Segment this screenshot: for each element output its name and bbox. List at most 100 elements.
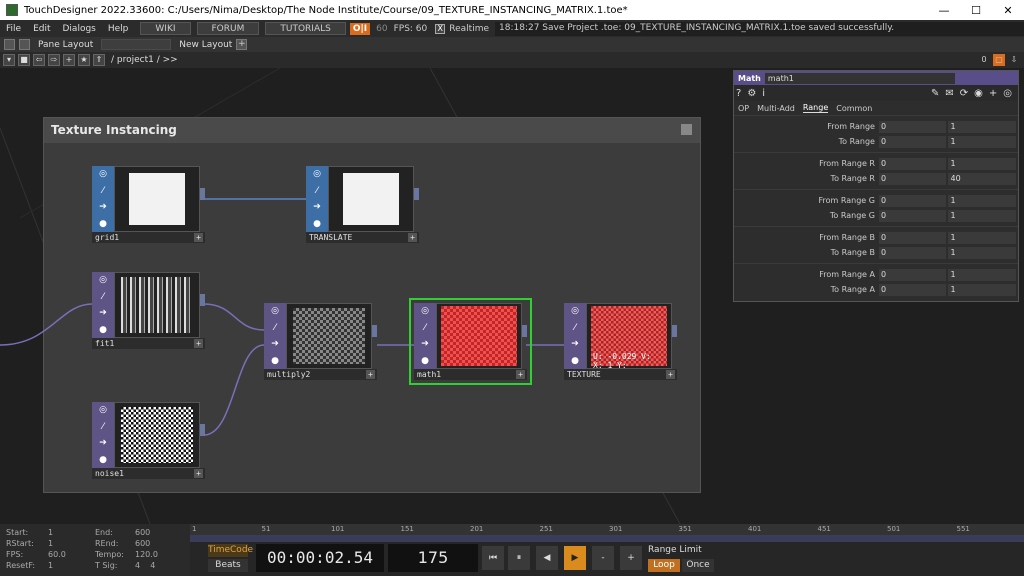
plus-icon[interactable]: + — [666, 370, 675, 379]
tab-multi-add[interactable]: Multi-Add — [757, 104, 795, 113]
viewer-icon[interactable]: ◎ — [97, 404, 109, 416]
render-icon[interactable]: ● — [97, 454, 109, 466]
display-icon[interactable]: ➔ — [269, 338, 281, 350]
render-icon[interactable]: ● — [97, 218, 109, 230]
bypass-icon[interactable]: ⁄ — [97, 421, 109, 433]
tab-common[interactable]: Common — [836, 104, 872, 113]
plus-icon[interactable]: + — [366, 370, 375, 379]
node-translate[interactable]: ◎ ⁄ ➔ ● TRANSLATE + — [306, 166, 419, 243]
tab-range[interactable]: Range — [802, 103, 829, 113]
param-value-b[interactable]: 1 — [948, 268, 1016, 281]
render-icon[interactable]: ● — [419, 355, 431, 367]
beats-button[interactable]: Beats — [208, 559, 248, 572]
menu-file[interactable]: File — [0, 24, 27, 34]
render-icon[interactable]: ● — [311, 218, 323, 230]
network-path[interactable]: / project1 / >> — [111, 55, 178, 65]
menu-edit[interactable]: Edit — [27, 24, 56, 34]
rend-value[interactable]: 600 — [135, 539, 150, 548]
up-icon[interactable]: ⇑ — [93, 54, 105, 66]
tab-op[interactable]: OP — [738, 104, 749, 113]
split-vertical-icon[interactable] — [19, 39, 30, 50]
add-icon[interactable]: + — [63, 54, 75, 66]
minimize-button[interactable]: — — [928, 4, 960, 17]
display-icon[interactable]: ➔ — [97, 201, 109, 213]
viewer-icon[interactable]: ◎ — [97, 168, 109, 180]
forward-icon[interactable]: ⇨ — [48, 54, 60, 66]
param-value-b[interactable]: 1 — [948, 283, 1016, 296]
node-texture[interactable]: ◎ ⁄ ➔ ● U: -0.029 V: X: 1 Y: R: 0 G: TEXTUR… — [564, 303, 677, 380]
menu-dialogs[interactable]: Dialogs — [57, 24, 102, 34]
stop-icon[interactable]: ■ — [18, 54, 30, 66]
param-value-b[interactable]: 1 — [948, 194, 1016, 207]
perform-toggle[interactable]: O|I — [349, 22, 371, 35]
viewer-icon[interactable]: ◎ — [569, 305, 581, 317]
node-fit1[interactable]: ◎ ⁄ ➔ ● fit1 + — [92, 272, 205, 349]
plus-icon[interactable]: + — [194, 233, 203, 242]
param-value-b[interactable]: 1 — [948, 209, 1016, 222]
step-minus-button[interactable]: - — [592, 546, 614, 570]
play-button[interactable]: ▶ — [564, 546, 586, 570]
timeline-scrubber[interactable] — [190, 535, 1024, 542]
render-icon[interactable]: ● — [569, 355, 581, 367]
fps-value[interactable]: 60.0 — [48, 550, 66, 559]
node-noise1[interactable]: ◎ ⁄ ➔ ● noise1 + — [92, 402, 205, 479]
rewind-button[interactable]: ⏮ — [482, 546, 504, 570]
down-arrow-icon[interactable]: ⇩ — [1008, 54, 1020, 66]
param-value-a[interactable]: 0 — [878, 231, 947, 244]
timecode-button[interactable]: TimeCode — [208, 544, 253, 557]
step-plus-button[interactable]: + — [620, 546, 642, 570]
output-connector[interactable] — [200, 294, 205, 306]
comment-icon[interactable]: ✉ — [945, 88, 953, 99]
step-back-button[interactable]: ◀ — [536, 546, 558, 570]
tutorials-button[interactable]: TUTORIALS — [265, 22, 346, 35]
plus-icon[interactable]: + — [408, 233, 417, 242]
param-value-a[interactable]: 0 — [878, 268, 947, 281]
time-ruler[interactable]: 151101151201251301351401451501551600 — [190, 524, 1024, 535]
bypass-icon[interactable]: ⁄ — [569, 322, 581, 334]
output-connector[interactable] — [522, 325, 527, 337]
node-grid1[interactable]: ◎ ⁄ ➔ ● grid1 + — [92, 166, 205, 243]
clone-icon[interactable]: ⟳ — [960, 88, 968, 99]
maximize-button[interactable]: ☐ — [960, 4, 992, 17]
new-layout-button[interactable]: + — [236, 39, 248, 50]
plus-icon[interactable]: + — [194, 469, 203, 478]
param-value-b[interactable]: 40 — [948, 172, 1016, 185]
add-icon[interactable]: + — [989, 88, 997, 99]
forum-button[interactable]: FORUM — [196, 22, 260, 35]
output-connector[interactable] — [414, 188, 419, 200]
tsig-value[interactable]: 4 4 — [135, 561, 155, 570]
display-icon[interactable]: ➔ — [97, 307, 109, 319]
output-connector[interactable] — [372, 325, 377, 337]
rstart-value[interactable]: 1 — [48, 539, 53, 548]
layout-slot[interactable] — [101, 39, 172, 50]
param-value-a[interactable]: 0 — [878, 209, 947, 222]
loop-button[interactable]: Loop — [648, 559, 680, 572]
param-value-a[interactable]: 0 — [878, 135, 947, 148]
start-value[interactable]: 1 — [48, 528, 53, 537]
param-value-b[interactable]: 1 — [948, 157, 1016, 170]
param-value-b[interactable]: 1 — [948, 231, 1016, 244]
python-logo-icon[interactable]: ◉ — [974, 88, 983, 99]
param-value-a[interactable]: 0 — [878, 157, 947, 170]
edit-icon[interactable]: ✎ — [931, 88, 939, 99]
back-icon[interactable]: ⇦ — [33, 54, 45, 66]
once-button[interactable]: Once — [682, 559, 714, 572]
display-icon[interactable]: ➔ — [569, 338, 581, 350]
param-value-b[interactable]: 1 — [948, 120, 1016, 133]
param-value-a[interactable]: 0 — [878, 172, 947, 185]
viewer-icon[interactable]: ◎ — [269, 305, 281, 317]
param-value-b[interactable]: 1 — [948, 135, 1016, 148]
parameter-dialog[interactable]: Math math1 ? ⚙ i ✎ ✉ ⟳ ◉ + ◎ OP Multi-Ad… — [733, 70, 1019, 302]
display-icon[interactable]: ➔ — [419, 338, 431, 350]
resetf-value[interactable]: 1 — [48, 561, 53, 570]
viewer-icon[interactable]: ◎ — [419, 305, 431, 317]
op-name-field[interactable]: math1 — [764, 72, 955, 84]
split-horizontal-icon[interactable] — [4, 39, 15, 50]
bypass-icon[interactable]: ⁄ — [419, 322, 431, 334]
edit-icon[interactable] — [681, 124, 692, 135]
pane-menu-icon[interactable]: ▾ — [3, 54, 15, 66]
viewer-icon[interactable]: ◎ — [311, 168, 323, 180]
display-icon[interactable]: ➔ — [97, 437, 109, 449]
output-connector[interactable] — [672, 325, 677, 337]
viewer-icon[interactable]: ◎ — [97, 274, 109, 286]
